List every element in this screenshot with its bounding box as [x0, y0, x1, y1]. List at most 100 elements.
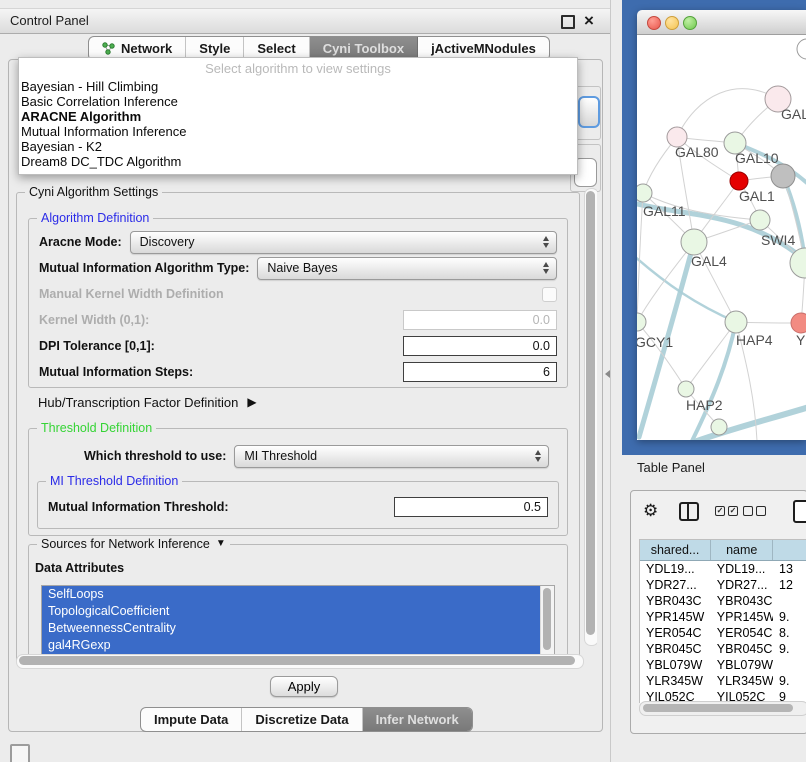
screen: Control Panel × Network Style: [0, 0, 806, 762]
columns-icon[interactable]: [679, 502, 699, 521]
aracne-mode-label: Aracne Mode:: [39, 235, 122, 249]
algorithm-option[interactable]: Basic Correlation Inference: [19, 94, 577, 109]
table-row[interactable]: YDL19...YDL19...13: [640, 561, 806, 577]
unselect-all-columns-icon[interactable]: [743, 506, 766, 516]
network-view-container: GAL GAL80 GAL10 GAL1 GAL11 SWI4 GAL4 GCY…: [622, 0, 806, 455]
manual-kernel-checkbox[interactable]: [542, 287, 557, 302]
mi-threshold-label: Mutual Information Threshold:: [48, 500, 229, 514]
table-horizontal-scrollbar[interactable]: [639, 701, 806, 716]
network-icon: [102, 42, 115, 55]
mi-type-value: Naive Bayes: [267, 261, 337, 275]
node-label-gal10: GAL10: [735, 150, 779, 166]
tab-discretize-data[interactable]: Discretize Data: [242, 708, 362, 731]
node-gray[interactable]: [771, 164, 795, 188]
table-row[interactable]: YDR27...YDR27...12: [640, 577, 806, 593]
panel-title: Control Panel: [10, 9, 89, 33]
node-salmon[interactable]: [791, 313, 806, 333]
close-icon[interactable]: ×: [581, 9, 597, 33]
aracne-mode-select[interactable]: Discovery: [130, 231, 557, 254]
which-threshold-select[interactable]: MI Threshold: [234, 445, 549, 468]
node-label-hap4: HAP4: [736, 332, 773, 348]
data-attributes-label: Data Attributes: [35, 561, 124, 575]
tab-label: Style: [199, 41, 230, 56]
network-window: GAL GAL80 GAL10 GAL1 GAL11 SWI4 GAL4 GCY…: [637, 10, 806, 440]
docked-panel-icon[interactable]: [10, 744, 30, 762]
node-label-swi4: SWI4: [761, 232, 795, 248]
algorithm-dropdown-popup: Select algorithm to view settings Bayesi…: [18, 57, 578, 175]
hidden-focused-combo-fragment: [578, 96, 600, 128]
settings-vertical-scrollbar[interactable]: [584, 188, 597, 646]
node-hap2[interactable]: [678, 381, 694, 397]
sources-group: Sources for Network Inference ▼ Data Att…: [28, 544, 568, 663]
mi-type-select[interactable]: Naive Bayes: [257, 257, 557, 280]
sources-legend-label: Sources for Network Inference: [41, 537, 210, 551]
tab-infer-network[interactable]: Infer Network: [363, 708, 472, 731]
collapse-down-icon[interactable]: ▼: [216, 537, 226, 551]
algorithm-definition-group: Algorithm Definition Aracne Mode: Discov…: [28, 218, 568, 388]
group-legend: Algorithm Definition: [37, 211, 153, 225]
mi-threshold-input[interactable]: 0.5: [394, 497, 548, 517]
table-row[interactable]: YBR043CYBR043C: [640, 593, 806, 609]
node-label-gal1: GAL1: [739, 188, 775, 204]
list-item[interactable]: gal4RGexp: [42, 637, 541, 654]
control-panel: Control Panel × Network Style: [0, 0, 611, 762]
network-canvas[interactable]: GAL GAL80 GAL10 GAL1 GAL11 SWI4 GAL4 GCY…: [637, 35, 806, 440]
tab-label: Select: [257, 41, 295, 56]
algorithm-option[interactable]: Bayesian - Hill Climbing: [19, 79, 577, 94]
select-all-columns-icon[interactable]: ✓✓: [715, 506, 738, 516]
mac-zoom-icon[interactable]: [683, 16, 697, 30]
table-row[interactable]: YBR045CYBR045C9.: [640, 641, 806, 657]
settings-horizontal-scrollbar[interactable]: [16, 654, 584, 669]
table-row[interactable]: YBL079WYBL079W: [640, 657, 806, 673]
tab-impute-data[interactable]: Impute Data: [141, 708, 242, 731]
mi-steps-input[interactable]: 6: [403, 362, 557, 382]
apply-button[interactable]: Apply: [270, 676, 338, 697]
node-gal11[interactable]: [637, 184, 652, 202]
network-window-titlebar[interactable]: [637, 10, 806, 35]
gear-icon[interactable]: ⚙: [643, 499, 658, 523]
hub-definition-expander[interactable]: Hub/Transcription Factor Definition ▶: [38, 392, 257, 412]
algorithm-option[interactable]: Mutual Information Inference: [19, 124, 577, 139]
node-gal4[interactable]: [681, 229, 707, 255]
dpi-tolerance-label: DPI Tolerance [0,1]:: [39, 339, 155, 353]
algorithm-option-selected[interactable]: ARACNE Algorithm: [19, 109, 577, 124]
tab-label: jActiveMNodules: [431, 41, 536, 56]
list-item[interactable]: BetweennessCentrality: [42, 620, 541, 637]
algorithm-option[interactable]: Bayesian - K2: [19, 139, 577, 154]
mac-minimize-icon[interactable]: [665, 16, 679, 30]
spinner-arrows-icon: [543, 236, 549, 248]
aracne-mode-value: Discovery: [140, 235, 195, 249]
node-gcy1[interactable]: [637, 313, 646, 331]
node-labels: GAL GAL80 GAL10 GAL1 GAL11 SWI4 GAL4 GCY…: [637, 106, 806, 413]
dpi-tolerance-input[interactable]: 0.0: [403, 336, 557, 356]
list-item[interactable]: TopologicalCoefficient: [42, 603, 541, 620]
table-panel-title: Table Panel: [637, 460, 705, 475]
node-bottom[interactable]: [711, 419, 727, 435]
node-label-gal80: GAL80: [675, 144, 719, 160]
new-table-icon[interactable]: [793, 500, 806, 523]
table-row[interactable]: YPR145WYPR145W9.: [640, 609, 806, 625]
column-header[interactable]: name: [711, 540, 773, 560]
column-header[interactable]: [773, 540, 806, 560]
node-cut-top[interactable]: [797, 39, 806, 59]
control-panel-titlebar: Control Panel ×: [0, 8, 610, 34]
table-row[interactable]: YLR345WYLR345W9.: [640, 673, 806, 689]
splitter-collapse-icon[interactable]: [605, 370, 610, 378]
column-header[interactable]: shared...: [640, 540, 711, 560]
mac-close-icon[interactable]: [647, 16, 661, 30]
float-window-icon[interactable]: [561, 15, 575, 29]
kernel-width-label: Kernel Width (0,1):: [39, 313, 149, 327]
node-label-gal11: GAL11: [643, 203, 686, 219]
node-hap4[interactable]: [725, 311, 747, 333]
kernel-width-input[interactable]: 0.0: [403, 310, 557, 330]
spinner-arrows-icon: [535, 450, 541, 462]
expand-right-icon: ▶: [247, 395, 256, 409]
table-row[interactable]: YER054CYER054C8.: [640, 625, 806, 641]
algorithm-option[interactable]: Dream8 DC_TDC Algorithm: [19, 154, 577, 169]
node-label-gal: GAL: [781, 106, 806, 122]
node-gal1[interactable]: [750, 210, 770, 230]
list-item[interactable]: SelfLoops: [42, 586, 541, 603]
hub-definition-label: Hub/Transcription Factor Definition: [38, 395, 238, 410]
mi-threshold-definition-group: MI Threshold Definition Mutual Informati…: [37, 481, 559, 529]
tab-label: Cyni Toolbox: [323, 41, 404, 56]
